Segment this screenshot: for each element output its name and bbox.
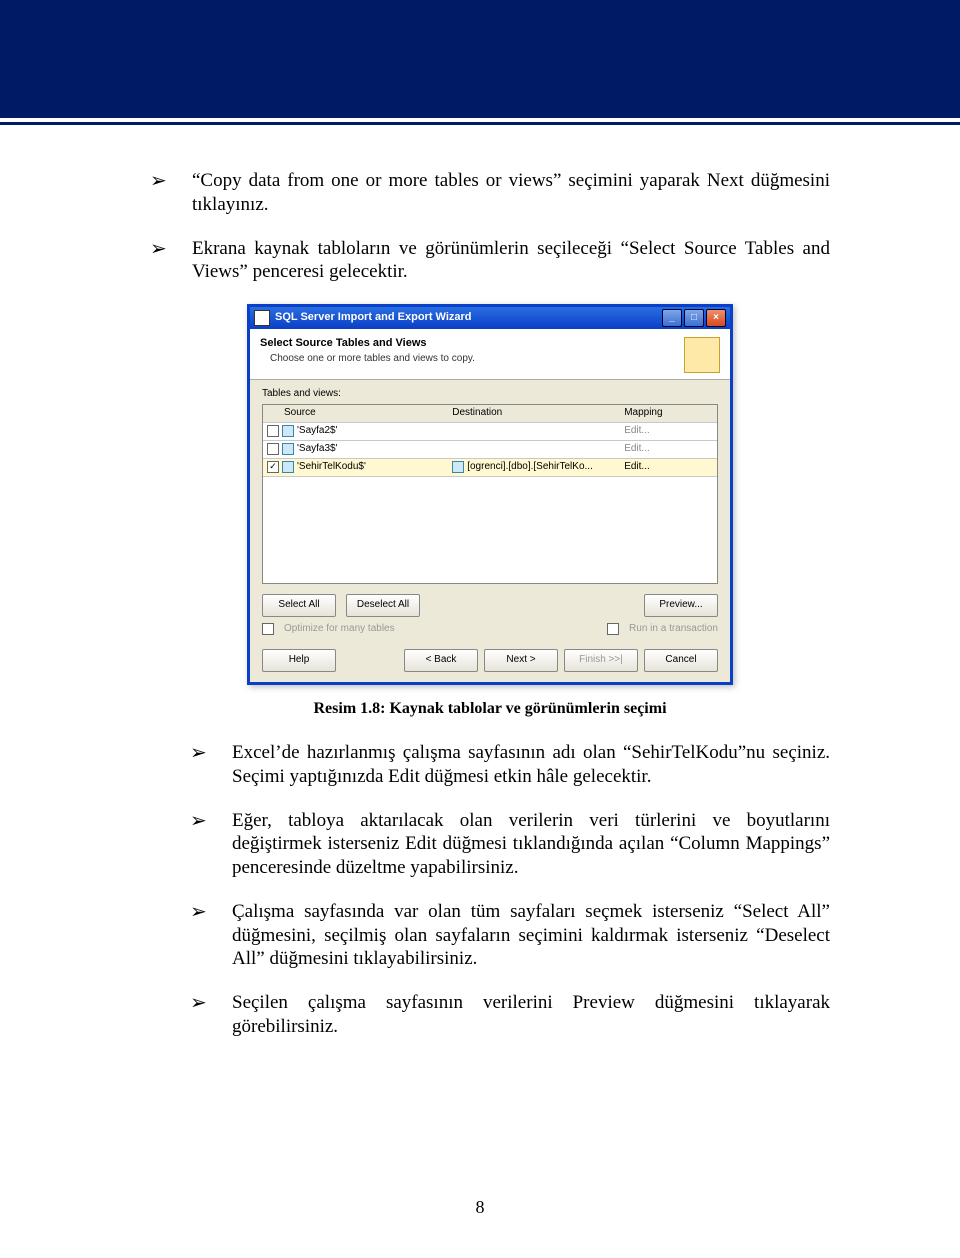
window-title: SQL Server Import and Export Wizard (275, 311, 662, 325)
wizard-header-icon (684, 337, 720, 373)
bullet-text: Çalışma sayfasında var olan tüm sayfalar… (232, 901, 830, 970)
finish-button: Finish >>| (564, 649, 638, 672)
minimize-button[interactable]: _ (662, 309, 682, 327)
run-transaction-checkbox[interactable] (607, 623, 619, 635)
notes-bullets: Excel’de hazırlanmış çalışma sayfasının … (150, 741, 830, 1039)
header-band (0, 0, 960, 118)
bullet-text: Eğer, tabloya aktarılacak olan verilerin… (232, 810, 830, 879)
table-row[interactable]: 'Sayfa2$' Edit... (263, 423, 717, 441)
bullet-item: Excel’de hazırlanmış çalışma sayfasının … (150, 741, 830, 789)
bullet-item: Seçilen çalışma sayfasının verilerini Pr… (150, 991, 830, 1039)
tables-label: Tables and views: (262, 388, 718, 401)
wizard-header: Select Source Tables and Views Choose on… (250, 329, 730, 380)
table-icon (282, 443, 294, 455)
wizard-window: SQL Server Import and Export Wizard _ □ … (247, 304, 733, 685)
run-transaction-label: Run in a transaction (629, 623, 718, 636)
cell-mapping: Edit... (620, 425, 717, 438)
col-header-source[interactable]: Source (263, 407, 448, 420)
select-all-button[interactable]: Select All (262, 594, 336, 617)
close-button[interactable]: × (706, 309, 726, 327)
grid-header-row: Source Destination Mapping (263, 405, 717, 423)
cell-source: 'Sayfa2$' (297, 425, 338, 438)
wizard-header-subtitle: Choose one or more tables and views to c… (270, 353, 676, 366)
cancel-button[interactable]: Cancel (644, 649, 718, 672)
bullet-text: “Copy data from one or more tables or vi… (192, 170, 830, 215)
table-icon (282, 461, 294, 473)
cell-source: 'Sayfa3$' (297, 443, 338, 456)
bullet-text: Excel’de hazırlanmış çalışma sayfasının … (232, 742, 830, 787)
bullet-text: Ekrana kaynak tabloların ve görünümlerin… (192, 238, 830, 283)
tables-grid[interactable]: Source Destination Mapping 'Sayfa2$' Edi… (262, 404, 718, 584)
cell-destination: [ogrenci].[dbo].[SehirTelKo... (467, 461, 593, 474)
row-checkbox[interactable] (267, 425, 279, 437)
row-checkbox[interactable] (267, 443, 279, 455)
table-icon (282, 425, 294, 437)
table-row[interactable]: 'Sayfa3$' Edit... (263, 441, 717, 459)
next-button[interactable]: Next > (484, 649, 558, 672)
app-icon (254, 310, 270, 326)
wizard-header-title: Select Source Tables and Views (260, 337, 676, 351)
preview-button[interactable]: Preview... (644, 594, 718, 617)
back-button[interactable]: < Back (404, 649, 478, 672)
table-icon (452, 461, 464, 473)
bullet-item: “Copy data from one or more tables or vi… (150, 169, 830, 217)
cell-mapping[interactable]: Edit... (620, 461, 717, 474)
row-checkbox[interactable] (267, 461, 279, 473)
optimize-checkbox[interactable] (262, 623, 274, 635)
bullet-text: Seçilen çalışma sayfasının verilerini Pr… (232, 992, 830, 1037)
figure-caption: Resim 1.8: Kaynak tablolar ve görünümler… (313, 699, 666, 719)
maximize-button[interactable]: □ (684, 309, 704, 327)
titlebar[interactable]: SQL Server Import and Export Wizard _ □ … (250, 307, 730, 329)
table-row[interactable]: 'SehirTelKodu$' [ogrenci].[dbo].[SehirTe… (263, 459, 717, 477)
intro-bullets: “Copy data from one or more tables or vi… (150, 169, 830, 284)
page-number: 8 (0, 1197, 960, 1218)
deselect-all-button[interactable]: Deselect All (346, 594, 420, 617)
bullet-item: Eğer, tabloya aktarılacak olan verilerin… (150, 809, 830, 880)
bullet-item: Ekrana kaynak tabloların ve görünümlerin… (150, 237, 830, 285)
cell-source: 'SehirTelKodu$' (297, 461, 366, 474)
optimize-label: Optimize for many tables (284, 623, 395, 636)
col-header-destination[interactable]: Destination (448, 407, 620, 420)
bullet-item: Çalışma sayfasında var olan tüm sayfalar… (150, 900, 830, 971)
help-button[interactable]: Help (262, 649, 336, 672)
col-header-mapping[interactable]: Mapping (620, 407, 717, 420)
cell-mapping: Edit... (620, 443, 717, 456)
